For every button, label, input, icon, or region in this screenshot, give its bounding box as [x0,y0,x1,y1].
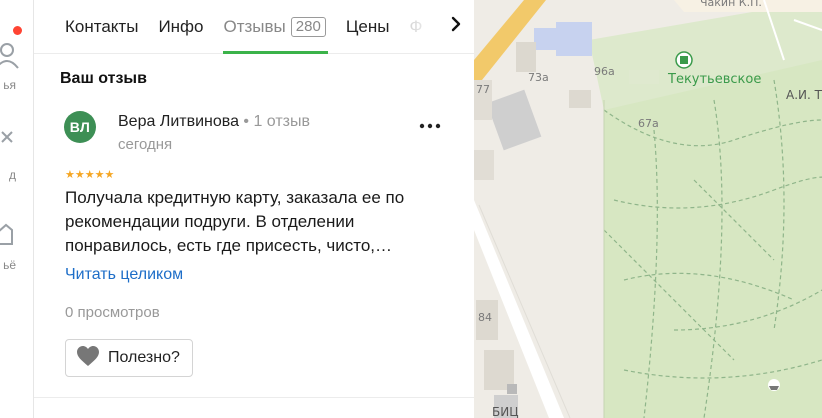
tab-prices-label: Цены [345,16,390,36]
read-more-link[interactable]: Читать целиком [65,266,183,284]
map-canvas [474,0,822,418]
panel-divider [34,397,474,398]
tab-reviews[interactable]: Отзывы 280 [222,0,329,54]
tab-info-label: Инфо [158,16,204,36]
more-dots-icon [419,123,441,129]
notification-dot [13,26,22,35]
tab-reviews-label: Отзывы [223,16,286,36]
views-count: 0 просмотров [65,304,160,321]
tabs-scroll-right-button[interactable] [438,0,474,53]
your-review-title: Ваш отзыв [60,70,147,87]
map-label-84: 84 [478,311,492,324]
author-name[interactable]: Вера Литвинова [118,113,239,130]
avatar[interactable]: ВЛ [64,111,96,143]
useful-button[interactable]: Полезно? [65,339,193,377]
map-label-bic: БИЦ [492,405,519,418]
org-panel: Контакты Инфо Отзывы 280 Цены Ф [34,0,474,418]
home-icon[interactable] [0,222,20,251]
map-label-tekutevskoe[interactable]: Текутьевское [668,72,761,87]
rail-label-3[interactable]: ьё [3,258,16,272]
more-options-button[interactable] [416,116,444,136]
reviews-count-badge: 280 [290,16,326,37]
tab-bar: Контакты Инфо Отзывы 280 Цены Ф [34,0,474,54]
tab-info[interactable]: Инфо [158,0,203,54]
chevron-right-icon [451,16,461,37]
sparkle-icon[interactable] [0,130,20,155]
review-date: сегодня [118,136,173,153]
map-label-96a: 96а [594,65,615,78]
review-text: Получала кредитную карту, заказала ее по… [65,188,405,255]
map-view[interactable]: Чакин К.П. Текутьевское А.И. Т 73а 96а 6… [474,0,822,418]
map-label-ai-t: А.И. Т [786,88,822,102]
rail-label-2[interactable]: д [9,168,16,182]
map-label-73a: 73а [528,71,549,84]
map-label-77: 77 [476,83,490,96]
app-root: ья д ьё Контакты Инфо Отзывы 280 Цены Ва… [0,0,822,418]
review-author: Вера Литвинова • 1 отзыв [118,113,310,131]
map-label-67a: 67а [638,117,659,130]
user-icon[interactable] [0,42,22,75]
heart-icon [76,345,100,372]
rating-stars: ★★★★★ [65,169,115,181]
rail-label-1[interactable]: ья [3,78,16,92]
author-review-count: • 1 отзыв [238,113,311,130]
tab-contacts[interactable]: Контакты [65,0,138,54]
useful-button-label: Полезно? [108,349,180,366]
tab-prices[interactable]: Цены [346,0,390,54]
left-rail: ья д ьё [0,0,34,418]
tab-contacts-label: Контакты [65,16,139,36]
map-label-chakin: Чакин К.П. [700,0,762,9]
